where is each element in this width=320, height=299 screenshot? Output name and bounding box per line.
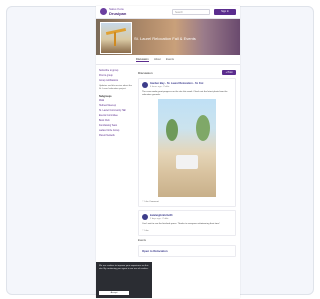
sidebar-link-post[interactable]: Post to group xyxy=(99,75,135,78)
events-heading: Events xyxy=(138,239,146,242)
page-screenshot: Salus Kota Drusipan Search Sign In St. L… xyxy=(96,6,240,298)
post-actions[interactable]: ♡ Like xyxy=(142,228,232,232)
post-actions[interactable]: ♡ Like Comment xyxy=(142,199,232,203)
signin-button[interactable]: Sign In xyxy=(214,9,236,15)
sidebar-link-notifications[interactable]: Group notifications xyxy=(99,80,135,83)
cookie-accept-button[interactable]: Accept xyxy=(99,291,129,295)
sidebar-item[interactable]: Fundraising Team xyxy=(99,125,135,128)
sidebar-item[interactable]: Parent Network xyxy=(99,135,135,138)
event-title[interactable]: Open to Relocation xyxy=(142,249,232,253)
tab-about[interactable]: About xyxy=(154,58,161,61)
logo-icon[interactable] xyxy=(100,8,107,15)
top-navbar: Salus Kota Drusipan Search Sign In xyxy=(96,6,240,19)
sidebar-item[interactable]: Walk xyxy=(99,100,135,103)
avatar[interactable] xyxy=(142,214,148,220)
logo-line2[interactable]: Drusipan xyxy=(109,11,126,16)
feed-header: Discussion + Post xyxy=(138,70,236,78)
tree-shape xyxy=(166,119,178,141)
sidebar-link-subscribe[interactable]: Subscribe to group xyxy=(99,70,135,73)
sidebar-item[interactable]: St. Laurel Community Hall xyxy=(99,110,135,113)
cookie-banner: We use cookies to improve your experienc… xyxy=(96,262,152,298)
sidebar-item[interactable]: Book Club xyxy=(99,120,135,123)
post-body: The crew made great progress on the site… xyxy=(142,91,228,96)
post-body: Can’t wait to see the finished space. Th… xyxy=(142,223,220,225)
main-feed: Discussion + Post Garden Bay - St. Laure… xyxy=(138,70,236,260)
group-tabs: Discussion About Events xyxy=(96,56,240,65)
feed-title: Discussion xyxy=(138,71,153,75)
post-meta: 2 days ago · Public xyxy=(150,217,169,220)
post-photo[interactable] xyxy=(158,99,216,197)
sidebar-item[interactable]: Hebrew Meet-up xyxy=(99,105,135,108)
new-post-button[interactable]: + Post xyxy=(222,70,236,75)
sidebar-heading: Subgroups xyxy=(99,95,112,98)
sidebar-item[interactable]: Events Committee xyxy=(99,115,135,118)
group-title: St. Laurel Relocation Fall & Events xyxy=(134,36,196,41)
post-card: kateleighmitchell3 2 days ago · Public C… xyxy=(138,210,236,236)
crane-mast xyxy=(114,32,116,46)
post-card: Garden Bay - St. Laurel Relocation - St.… xyxy=(138,78,236,207)
sidebar-about: Updates and discussion about the St. Lau… xyxy=(99,85,132,90)
post-author-row: kateleighmitchell3 2 days ago · Public xyxy=(142,214,232,222)
event-card[interactable]: Open to Relocation xyxy=(138,245,236,257)
tab-events[interactable]: Events xyxy=(166,58,174,61)
group-avatar-photo xyxy=(100,22,132,54)
sidebar-item[interactable]: Ladies Circle Group xyxy=(99,130,135,133)
sidebar: Subscribe to group Post to group Group n… xyxy=(99,70,135,140)
avatar[interactable] xyxy=(142,82,148,88)
cookie-text: We use cookies to improve your experienc… xyxy=(99,265,149,270)
workers-shape xyxy=(176,155,198,169)
tab-discussion[interactable]: Discussion xyxy=(136,58,149,62)
tree-shape xyxy=(196,115,210,141)
search-input[interactable]: Search xyxy=(172,9,210,15)
post-meta: 6 hours ago · Public xyxy=(150,85,170,88)
post-author-row: Garden Bay - St. Laurel Relocation - St.… xyxy=(142,82,232,90)
